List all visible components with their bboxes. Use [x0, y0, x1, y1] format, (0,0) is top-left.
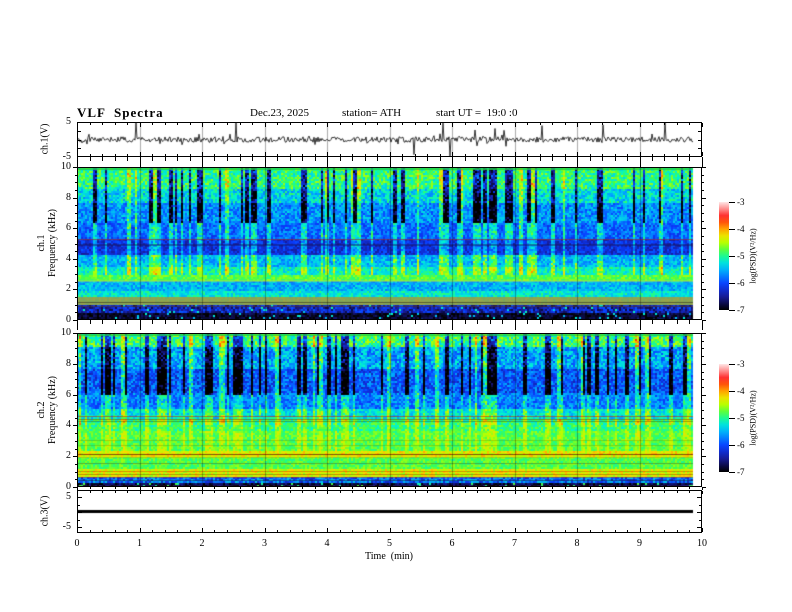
y-tick-label: -5 [62, 151, 71, 162]
x-tick-label: 8 [574, 538, 580, 549]
y-tick-label: 8 [66, 191, 71, 203]
ch1-spec-ylabel-channel: ch.1 [36, 234, 47, 252]
ch1-wave-ylabel: ch.1(V) [40, 124, 51, 155]
x-tick-label: 4 [324, 538, 330, 549]
ch3-wave-ylabel: ch.3(V) [40, 496, 51, 527]
header-date: Dec.23, 2025 [250, 107, 309, 119]
y-tick-label: 5 [66, 116, 71, 127]
colorbar-tick-label: -5 [737, 251, 745, 261]
colorbar-tick-label: -7 [737, 305, 745, 315]
y-tick-label: -5 [62, 521, 71, 532]
y-tick-label: 5 [66, 491, 71, 502]
x-tick-label: 7 [512, 538, 517, 549]
header-station: station= ATH [342, 107, 402, 119]
colorbar-tick-label: -6 [737, 278, 745, 288]
y-tick-label: 10 [61, 161, 71, 172]
colorbar-tick-label: -3 [737, 359, 745, 369]
vlf-spectra-figure: VLF Spectra Dec.23, 2025 station= ATH st… [0, 0, 792, 612]
x-axis-label: Time (min) [365, 551, 413, 562]
x-tick-label: 2 [199, 538, 205, 549]
x-tick-label: 3 [262, 538, 267, 549]
ch3-waveform-canvas [77, 490, 702, 533]
x-tick-label: 10 [697, 538, 707, 549]
x-tick-label: 1 [137, 538, 142, 549]
y-tick-label: 0 [66, 314, 71, 325]
ch2-spec-ylabel-channel: ch.2 [36, 401, 47, 419]
y-tick-label: 4 [66, 419, 71, 431]
y-tick-label: 8 [66, 357, 71, 369]
colorbar-tick-label: -4 [737, 386, 745, 396]
x-tick-label: 0 [74, 538, 80, 549]
ch2-spec-ylabel: ch.2 Frequency (kHz) [36, 376, 58, 444]
ch1-spec-ylabel: ch.1 Frequency (kHz) [36, 209, 58, 277]
y-tick-label: 2 [66, 450, 71, 462]
x-tick-label: 5 [387, 538, 392, 549]
ch1-wave-ylabel-text: ch.1(V) [39, 123, 51, 155]
y-tick-label: 10 [61, 327, 71, 338]
header-start-ut: start UT = 19:0 :0 [436, 107, 518, 119]
y-tick-label: 4 [66, 252, 71, 264]
y-tick-label: 6 [66, 388, 71, 400]
colorbar-tick-label: -7 [737, 467, 745, 477]
colorbar-tick-label: -3 [737, 197, 745, 207]
ch2-spec-ylabel-axis: Frequency (kHz) [47, 375, 58, 445]
colorbar-tick-label: -6 [737, 440, 745, 450]
x-tick-label: 9 [637, 538, 642, 549]
x-tick-label: 6 [449, 538, 455, 549]
colorbar-tick-label: -5 [737, 413, 745, 423]
ch1-spec-ylabel-axis: Frequency (kHz) [47, 208, 58, 278]
figure-title: VLF Spectra [77, 105, 164, 120]
ch3-wave-ylabel-text: ch.3(V) [39, 495, 51, 527]
ch1-waveform-canvas [77, 122, 702, 157]
colorbar-2 [719, 364, 729, 472]
colorbar-tick-label: -4 [737, 224, 745, 234]
y-tick-label: 6 [66, 222, 71, 234]
ch1-spectrogram-canvas [77, 167, 702, 320]
ch2-spectrogram-canvas [77, 333, 702, 487]
y-tick-label: 2 [66, 283, 71, 295]
colorbar-1 [719, 202, 729, 310]
